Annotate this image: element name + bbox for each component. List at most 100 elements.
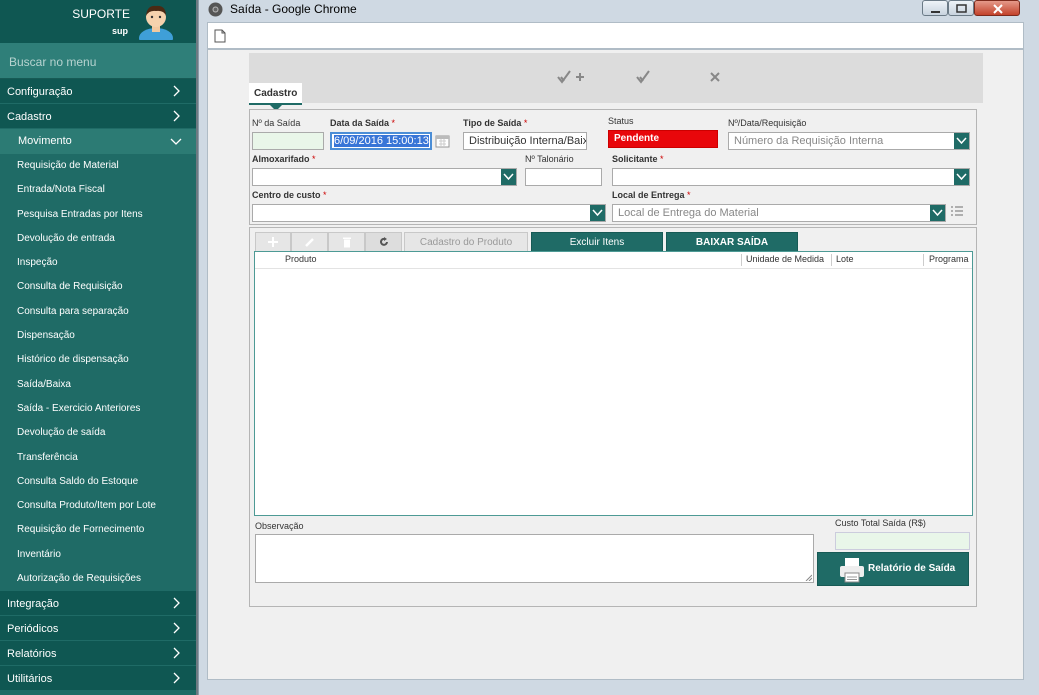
save-new-icon[interactable]	[556, 68, 586, 86]
excluir-itens-button[interactable]: Excluir Itens	[531, 232, 663, 252]
solicitante-select[interactable]	[612, 168, 970, 186]
submenu-item[interactable]: Consulta Saldo do Estoque	[0, 469, 196, 495]
status-badge: Pendente	[608, 130, 718, 148]
resize-handle-icon[interactable]	[804, 573, 812, 581]
required-mark: *	[660, 154, 664, 164]
menu-cadastro[interactable]: Cadastro	[0, 104, 196, 129]
submenu-item[interactable]: Devolução de entrada	[0, 226, 196, 252]
chrome-icon	[208, 2, 223, 17]
submenu-item[interactable]: Pesquisa Entradas por Itens	[0, 202, 196, 227]
submenu-item[interactable]: Consulta de Requisição	[0, 275, 196, 300]
close-icon	[993, 4, 1003, 14]
requisicao-label: Nº/Data/Requisição	[728, 118, 807, 128]
maximize-icon	[956, 4, 967, 13]
submenu-item[interactable]: Transferência	[0, 445, 196, 470]
col-lote[interactable]: Lote	[836, 254, 854, 264]
data-saida-field[interactable]: 6/09/2016 15:00:13	[330, 132, 432, 150]
dropdown-button[interactable]	[954, 169, 969, 185]
dropdown-button[interactable]	[930, 205, 945, 221]
user-login: sup	[111, 26, 128, 36]
submenu-item[interactable]: Inspeção	[0, 251, 196, 276]
local-entrega-select[interactable]: Local de Entrega do Material	[612, 204, 946, 222]
submenu-item[interactable]: Requisição de Fornecimento	[0, 518, 196, 543]
col-produto[interactable]: Produto	[285, 254, 317, 264]
submenu-item[interactable]: Requisição de Material	[0, 154, 196, 179]
refresh-button[interactable]	[365, 232, 402, 252]
submenu-item[interactable]: Consulta para separação	[0, 299, 196, 325]
dropdown-button[interactable]	[590, 205, 605, 221]
submenu-item[interactable]: Autorização de Requisições	[0, 567, 196, 592]
submenu-item[interactable]: Saída/Baixa	[0, 372, 196, 397]
cadastro-produto-button[interactable]: Cadastro do Produto	[404, 232, 528, 252]
avatar-icon[interactable]	[138, 2, 174, 40]
submenu-item[interactable]: Saída - Exercicio Anteriores	[0, 396, 196, 422]
dropdown-button[interactable]	[501, 169, 516, 185]
dropdown-button[interactable]	[954, 133, 969, 149]
column-divider	[741, 254, 742, 266]
relatorio-saida-button[interactable]: Relatório de Saída	[817, 552, 969, 586]
close-button[interactable]	[974, 0, 1020, 16]
submenu-item[interactable]: Inventário	[0, 542, 196, 568]
submenu-item[interactable]: Devolução de saída	[0, 421, 196, 446]
save-icon[interactable]	[635, 68, 651, 86]
calendar-icon[interactable]	[435, 134, 450, 148]
trash-icon	[342, 237, 351, 248]
minimize-button[interactable]	[922, 0, 948, 16]
almoxarifado-select[interactable]	[252, 168, 517, 186]
menu-label: Movimento	[18, 135, 72, 147]
submenu-item[interactable]: Dispensação	[0, 324, 196, 349]
data-saida-label: Data da Saída *	[330, 118, 395, 128]
requisicao-select[interactable]: Número da Requisição Interna	[728, 132, 970, 150]
local-entrega-placeholder: Local de Entrega do Material	[618, 207, 759, 219]
items-grid[interactable]: Produto Unidade de Medida Lote Programa	[254, 251, 973, 516]
num-saida-label: Nº da Saída	[252, 118, 301, 128]
menu-label: Relatórios	[7, 648, 57, 661]
solicitante-label: Solicitante *	[612, 154, 664, 164]
submenu-item[interactable]: Entrada/Nota Fiscal	[0, 178, 196, 203]
menu-search-input[interactable]: Buscar no menu	[0, 43, 196, 79]
baixar-saida-button[interactable]: BAIXAR SAÍDA	[666, 232, 798, 252]
talonario-field[interactable]	[525, 168, 602, 186]
page-content: Cadastro Nº da Saída Data da Saída * 6/0…	[207, 49, 1024, 680]
delete-item-button[interactable]	[328, 232, 365, 252]
menu-integracao[interactable]: Integração	[0, 591, 196, 617]
title-bar[interactable]: Saída - Google Chrome	[199, 0, 1039, 20]
edit-item-button[interactable]	[291, 232, 328, 252]
menu-relatorios[interactable]: Relatórios	[0, 641, 196, 667]
chevron-right-icon	[173, 672, 180, 684]
submenu-item[interactable]: Histórico de dispensação	[0, 348, 196, 373]
plus-icon	[268, 237, 278, 247]
user-panel: SUPORTE sup	[0, 0, 196, 43]
observacao-textarea[interactable]	[255, 534, 814, 583]
almoxarifado-label: Almoxarifado *	[252, 154, 316, 164]
col-unidade[interactable]: Unidade de Medida	[746, 254, 824, 264]
user-name: SUPORTE	[72, 7, 130, 21]
num-saida-field[interactable]	[252, 132, 324, 150]
cancel-icon[interactable]	[709, 68, 721, 86]
menu-movimento[interactable]: Movimento	[0, 129, 196, 154]
menu-label: Cadastro	[7, 111, 52, 123]
action-toolbar	[249, 53, 983, 103]
talonario-label: Nº Talonário	[525, 154, 574, 164]
chevron-down-icon	[932, 209, 943, 217]
add-item-button[interactable]	[255, 232, 291, 252]
centro-custo-select[interactable]	[252, 204, 606, 222]
menu-periodicos[interactable]: Periódicos	[0, 616, 196, 642]
menu-utilitarios[interactable]: Utilitários	[0, 666, 196, 692]
list-icon[interactable]	[950, 205, 964, 217]
menu-configuracao[interactable]: Configuração	[0, 79, 196, 104]
items-panel: Cadastro do Produto Excluir Itens BAIXAR…	[249, 227, 977, 607]
required-mark: *	[312, 154, 316, 164]
tipo-saida-value: Distribuição Interna/Baixa	[469, 135, 587, 147]
chevron-down-icon	[503, 173, 514, 181]
tipo-saida-select[interactable]: Distribuição Interna/Baixa	[463, 132, 587, 150]
maximize-button[interactable]	[948, 0, 974, 16]
chevron-right-icon	[173, 622, 180, 634]
tab-cadastro[interactable]: Cadastro	[249, 83, 303, 105]
submenu-item[interactable]: Consulta Produto/Item por Lote	[0, 494, 196, 519]
column-divider	[923, 254, 924, 266]
label-text: Data da Saída	[330, 118, 390, 128]
col-programa[interactable]: Programa	[929, 254, 969, 264]
address-bar[interactable]	[207, 22, 1024, 49]
status-label: Status	[608, 116, 634, 126]
